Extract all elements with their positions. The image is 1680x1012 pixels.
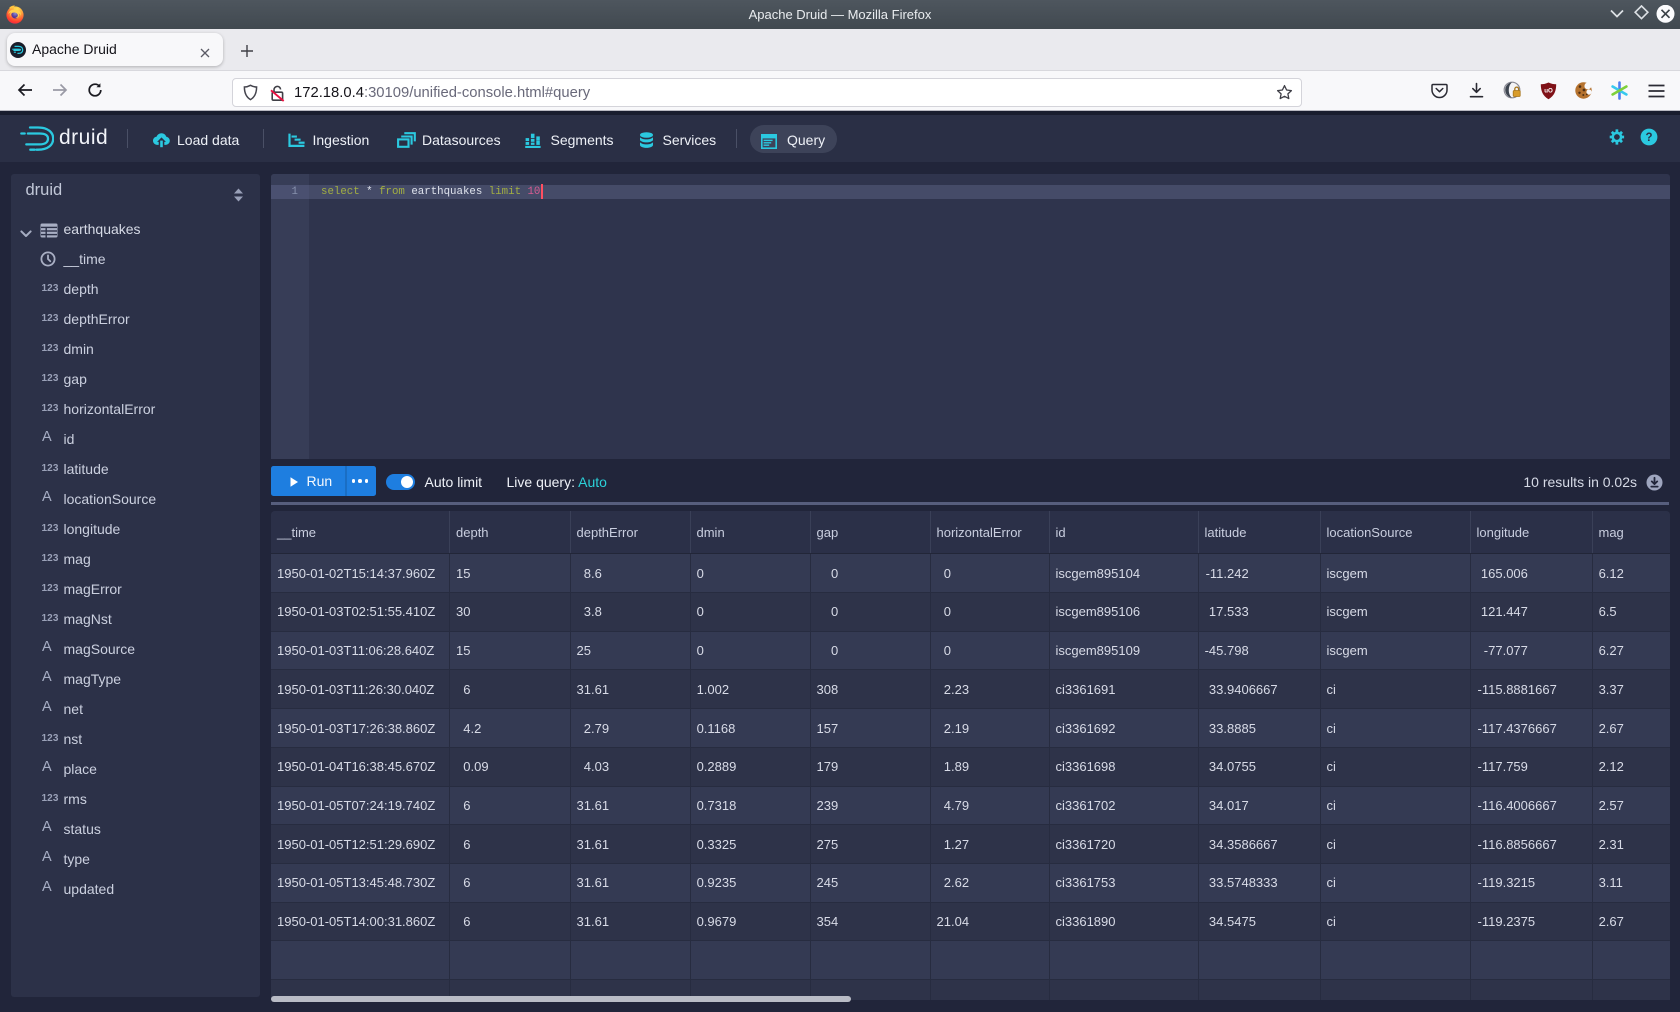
svg-text:?: ? — [1645, 132, 1652, 144]
svg-text:uO: uO — [1544, 87, 1553, 94]
